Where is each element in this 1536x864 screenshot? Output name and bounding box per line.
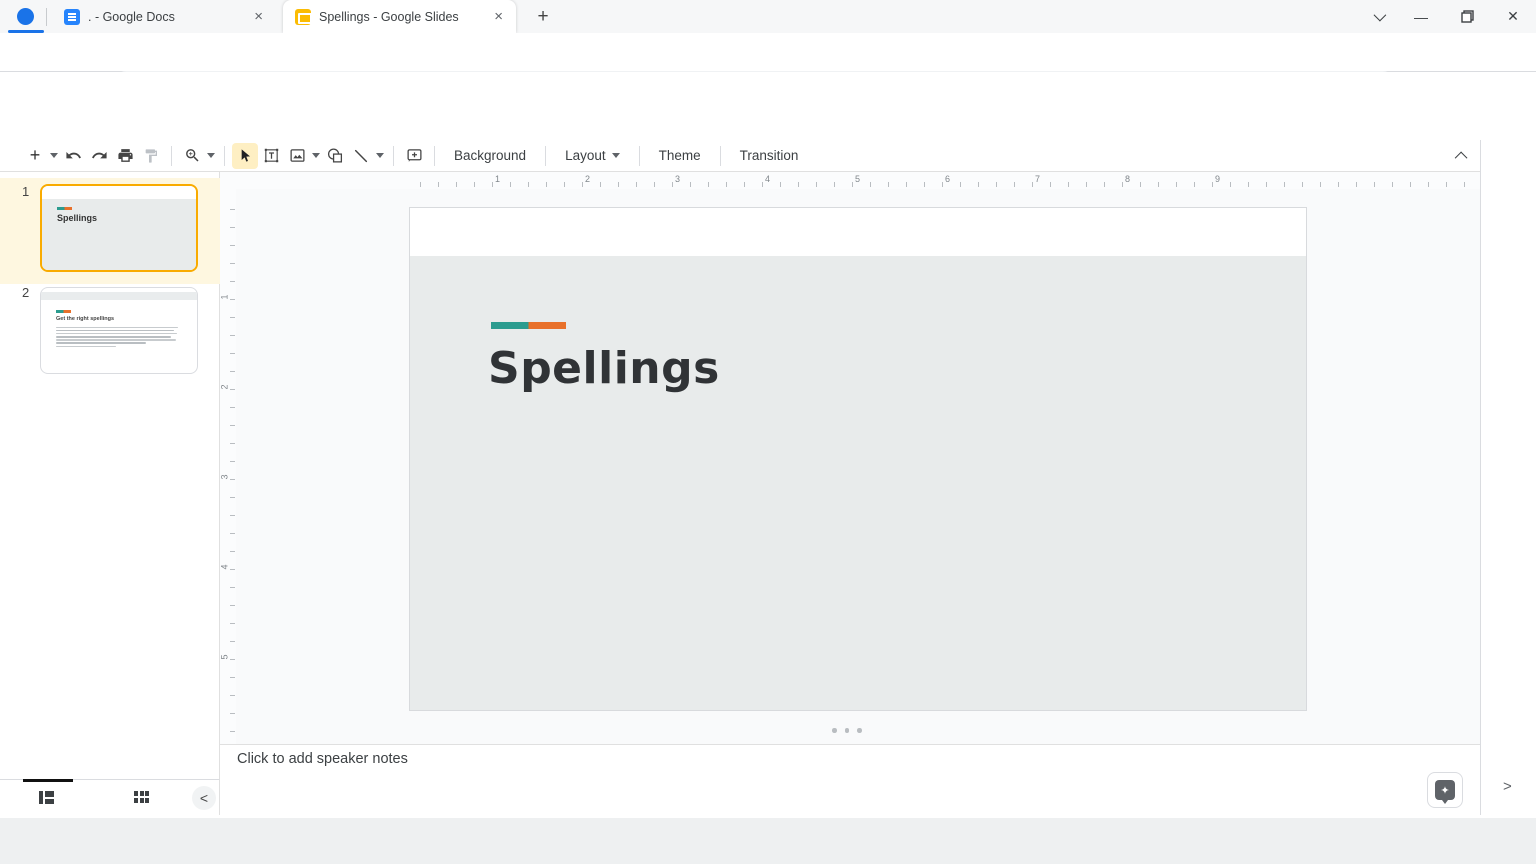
print-button[interactable] <box>112 143 138 169</box>
docs-favicon <box>64 9 80 25</box>
slides-favicon <box>295 9 311 25</box>
window-minimize-button[interactable]: — <box>1398 0 1444 33</box>
slide-filmstrip-panel: 1 Spellings 2 Get the right spellings <box>0 172 220 779</box>
filmstrip-view-icon[interactable] <box>39 791 54 804</box>
theme-dash <box>57 207 72 210</box>
collapse-toolbar-icon[interactable] <box>1450 146 1474 166</box>
tab-title: Spellings - Google Slides <box>319 10 483 24</box>
theme-button[interactable]: Theme <box>647 144 713 167</box>
slides-app-header: Spellings ☆ File Edit View Insert Format… <box>0 72 1536 140</box>
horizontal-ruler: 1 2 3 4 5 6 7 8 9 <box>220 172 1480 189</box>
insert-line-caret[interactable] <box>376 153 384 158</box>
layout-button[interactable]: Layout <box>553 144 632 167</box>
vertical-ruler: 1 2 3 4 5 <box>220 189 236 744</box>
slide-title-text[interactable]: Spellings <box>488 343 720 394</box>
window-maximize-button[interactable] <box>1444 0 1490 33</box>
filmstrip-footer: < <box>0 779 220 815</box>
slide-accent-dash[interactable] <box>491 322 566 329</box>
undo-button[interactable] <box>60 143 86 169</box>
zoom-button[interactable] <box>179 143 205 169</box>
thumbnail-title: Spellings <box>57 213 196 223</box>
workspace-side-panel: 31 ✓ + > <box>1480 140 1536 815</box>
notes-resize-handle[interactable] <box>832 728 862 733</box>
slide-thumbnail-2[interactable]: Get the right spellings <box>40 287 198 374</box>
collapse-filmstrip-button[interactable]: < <box>192 786 216 810</box>
layout-caret <box>612 153 620 158</box>
text-box-button[interactable] <box>258 143 284 169</box>
redo-button[interactable] <box>86 143 112 169</box>
window-close-button[interactable]: ✕ <box>1490 0 1536 33</box>
explore-button[interactable]: ✦ <box>1427 772 1463 808</box>
speaker-notes-placeholder[interactable]: Click to add speaker notes <box>237 751 408 767</box>
new-slide-button[interactable]: + <box>22 143 48 169</box>
slide-number: 1 <box>22 184 29 199</box>
tab-title: . - Google Docs <box>88 10 243 24</box>
active-view-indicator <box>23 779 73 782</box>
new-slide-caret[interactable] <box>50 153 58 158</box>
tab-search-icon[interactable] <box>1355 0 1401 33</box>
insert-line-button[interactable] <box>348 143 374 169</box>
insert-image-caret[interactable] <box>312 153 320 158</box>
windows-taskbar: L M ☁ 4 ENGIN 21:18 16-03-2022 2 <box>0 818 1536 864</box>
expand-side-panel-button[interactable]: > <box>1503 778 1512 795</box>
tab-google-slides[interactable]: Spellings - Google Slides × <box>283 0 516 33</box>
thumbnail-title: Get the right spellings <box>56 316 197 322</box>
insert-image-button[interactable] <box>284 143 310 169</box>
browser-tab-strip: . - Google Docs × Spellings - Google Sli… <box>0 0 1536 33</box>
paint-format-button[interactable] <box>138 143 164 169</box>
tab-google-docs[interactable]: . - Google Docs × <box>52 0 276 33</box>
tab-close-icon[interactable]: × <box>251 8 266 25</box>
slide-editing-surface[interactable]: Spellings <box>409 207 1307 711</box>
layout-label: Layout <box>565 148 606 163</box>
slide-thumbnail-1[interactable]: Spellings <box>40 184 198 272</box>
slide-canvas-area[interactable]: 1 2 3 4 5 6 7 8 9 1 2 3 4 5 Spellings <box>220 172 1480 744</box>
theme-dash <box>56 310 71 313</box>
tab-separator <box>46 8 47 26</box>
insert-shape-button[interactable] <box>322 143 348 169</box>
slides-toolbar: + Background Layout Theme <box>0 140 1536 172</box>
explore-icon: ✦ <box>1435 780 1455 800</box>
slide-number: 2 <box>22 285 29 300</box>
new-tab-button[interactable]: + <box>530 4 556 30</box>
background-button[interactable]: Background <box>442 144 538 167</box>
tab-close-icon[interactable]: × <box>491 8 506 25</box>
speaker-notes-panel[interactable]: Click to add speaker notes ✦ <box>220 744 1480 815</box>
browser-address-bar: ← → docs.google.com/presentation/d/1TfHY… <box>0 33 1536 72</box>
grid-view-icon[interactable] <box>134 791 149 804</box>
tab-group-indicator[interactable] <box>17 8 34 25</box>
insert-comment-button[interactable] <box>401 143 427 169</box>
zoom-caret[interactable] <box>207 153 215 158</box>
transition-button[interactable]: Transition <box>728 144 811 167</box>
select-tool-button[interactable] <box>232 143 258 169</box>
